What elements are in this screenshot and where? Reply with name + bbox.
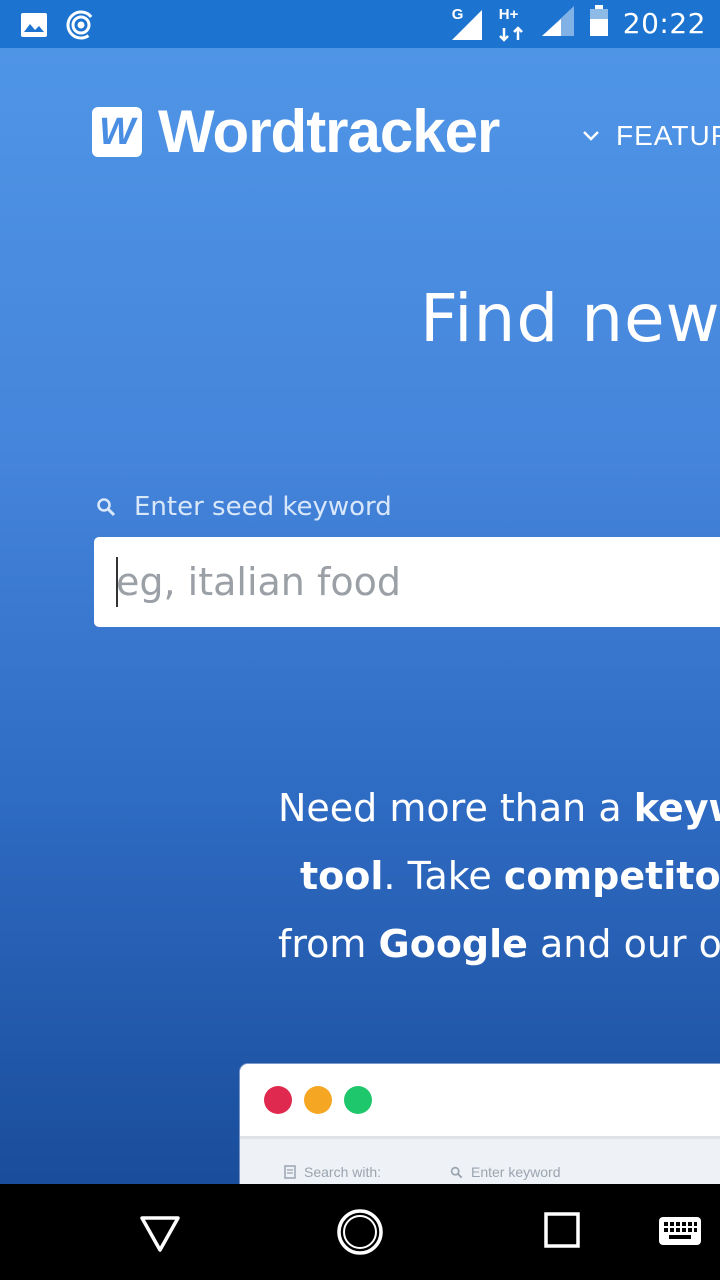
navigation-bar <box>0 1184 720 1280</box>
signal-icon <box>541 5 575 42</box>
logo-text: Wordtracker <box>158 98 500 165</box>
window-minimize-dot <box>304 1086 332 1114</box>
image-icon <box>20 12 48 43</box>
web-page: W Wordtracker FEATURES Find new Enter se… <box>0 48 720 1184</box>
preview-search-row: Search with: Enter keyword <box>284 1164 560 1180</box>
status-time: 20:22 <box>622 7 706 40</box>
app-preview-window: Search with: Enter keyword <box>240 1064 720 1184</box>
keyboard-icon[interactable] <box>658 1216 702 1246</box>
hero-title: Find new <box>420 280 720 357</box>
text-caret <box>116 557 118 607</box>
search-icon <box>97 498 116 517</box>
wordtracker-logo[interactable]: W Wordtracker <box>92 98 500 165</box>
battery-icon <box>589 5 609 42</box>
window-maximize-dot <box>344 1086 372 1114</box>
search-icon <box>450 1166 463 1178</box>
recents-button[interactable] <box>542 1210 586 1254</box>
home-button[interactable] <box>336 1208 384 1256</box>
tagline: Need more than a keyword tool. Take comp… <box>278 786 720 966</box>
seed-keyword-input[interactable] <box>94 537 720 627</box>
document-icon <box>284 1165 296 1179</box>
nav-features-menu[interactable]: FEATURES <box>582 120 720 152</box>
window-close-dot <box>264 1086 292 1114</box>
status-bar: G H+ 20:22 <box>0 0 720 48</box>
hotspot-icon <box>66 10 96 45</box>
window-titlebar <box>240 1064 720 1139</box>
seed-keyword-label: Enter seed keyword <box>96 492 392 522</box>
network-g-indicator: G <box>449 6 483 42</box>
back-button[interactable] <box>138 1210 182 1254</box>
nav-features-label: FEATURES <box>616 120 720 151</box>
chevron-down-icon <box>583 131 599 141</box>
network-hplus-indicator: H+ <box>497 6 527 42</box>
logo-mark-icon: W <box>92 107 142 157</box>
